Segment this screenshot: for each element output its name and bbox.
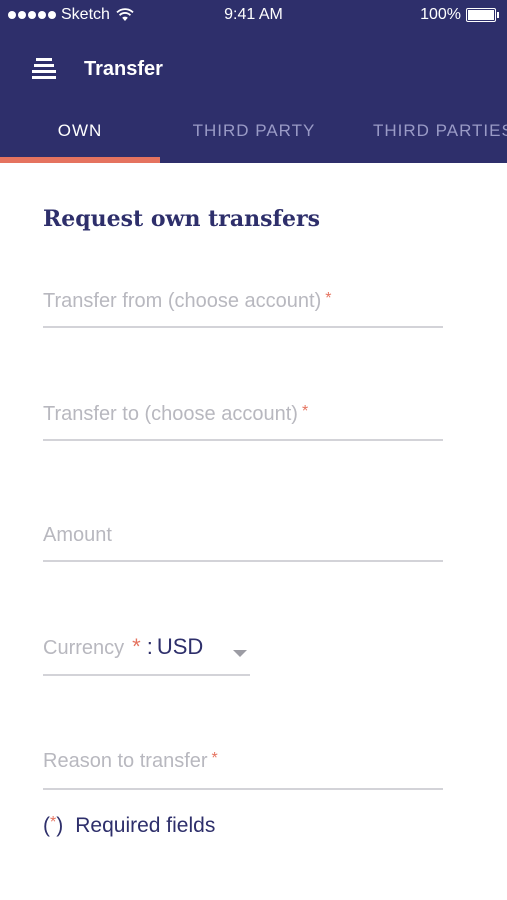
field-underline (43, 326, 443, 328)
battery-percentage: 100% (420, 6, 461, 23)
amount-field[interactable]: Amount (43, 524, 443, 562)
required-fields-note: (*) Required fields (43, 814, 215, 838)
reason-placeholder: Reason to transfer (43, 750, 208, 772)
active-tab-indicator (0, 157, 160, 163)
required-fields-text: Required fields (75, 814, 216, 837)
battery-tip (497, 12, 499, 18)
paren-close: ) (56, 814, 64, 837)
form-title: Request own transfers (43, 206, 320, 232)
page-title: Transfer (84, 58, 163, 80)
tab-bar: OWN THIRD PARTY THIRD PARTIES (0, 104, 507, 163)
battery-icon (466, 8, 496, 22)
field-underline (43, 674, 250, 676)
status-right: 100% (420, 6, 499, 24)
required-mark: * (132, 634, 141, 659)
currency-select[interactable]: Currency *: USD (43, 634, 250, 676)
tab-own[interactable]: OWN (0, 104, 160, 163)
amount-placeholder: Amount (43, 524, 112, 546)
transfer-to-placeholder: Transfer to (choose account) (43, 403, 298, 425)
header: Sketch 9:41 AM 100% Transfer OWN THIRD P… (0, 0, 507, 163)
status-bar: Sketch 9:41 AM 100% (0, 0, 507, 32)
transfer-from-field[interactable]: Transfer from (choose account) * (43, 290, 443, 328)
tab-third-parties[interactable]: THIRD PARTIES (348, 104, 507, 163)
chevron-down-icon[interactable] (233, 650, 247, 657)
required-mark: * (301, 403, 309, 420)
field-underline (43, 439, 443, 441)
tab-third-party[interactable]: THIRD PARTY (160, 104, 348, 163)
currency-value: USD (156, 634, 204, 659)
transfer-from-placeholder: Transfer from (choose account) (43, 290, 322, 312)
transfer-screen: Sketch 9:41 AM 100% Transfer OWN THIRD P… (0, 0, 507, 900)
currency-separator: : (146, 634, 153, 659)
menu-icon[interactable] (30, 56, 58, 84)
currency-label: Currency (43, 637, 125, 659)
app-bar: Transfer (0, 46, 507, 94)
field-underline (43, 560, 443, 562)
field-underline (43, 788, 443, 790)
paren-open: ( (43, 814, 50, 837)
required-mark: * (325, 290, 332, 307)
required-mark: * (211, 750, 218, 767)
reason-field[interactable]: Reason to transfer * (43, 750, 443, 790)
transfer-to-field[interactable]: Transfer to (choose account) * (43, 403, 443, 441)
